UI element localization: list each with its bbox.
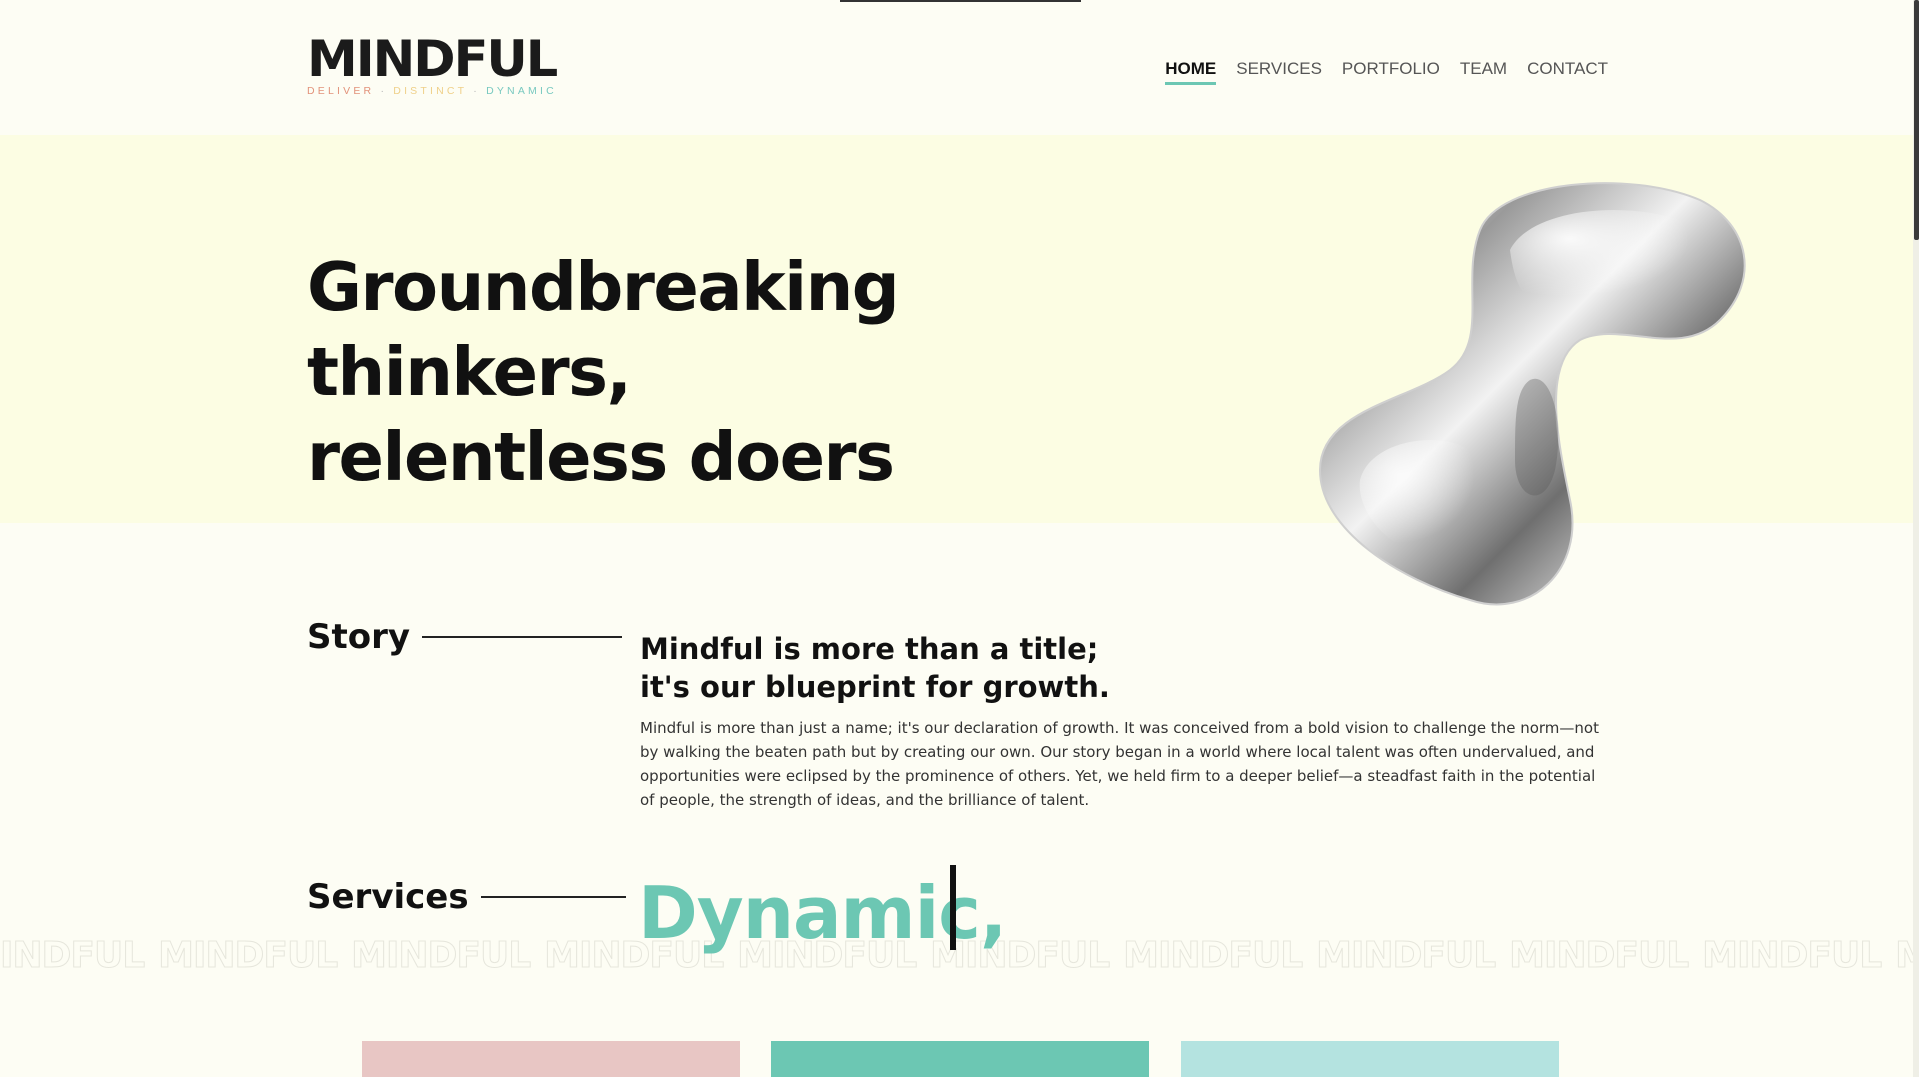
chrome-blob-image xyxy=(1318,182,1746,606)
nav-team[interactable]: TEAM xyxy=(1460,59,1507,85)
marquee-word: MINDFUL xyxy=(1316,935,1497,975)
hero-title-line-2: relentless doers xyxy=(307,418,895,496)
page-scrollbar[interactable] xyxy=(1913,0,1919,1077)
nav-services[interactable]: SERVICES xyxy=(1236,59,1322,85)
services-section-label: Services xyxy=(307,877,626,917)
story-label-rule xyxy=(422,636,623,638)
scrollbar-thumb[interactable] xyxy=(1914,0,1919,240)
story-section-label: Story xyxy=(307,617,623,657)
marquee-word: MINDFUL xyxy=(1702,935,1883,975)
logo[interactable]: MINDFUL DELIVER · DISTINCT · DYNAMIC xyxy=(307,34,558,97)
story-heading: Mindful is more than a title; it's our b… xyxy=(640,630,1340,706)
nav-home[interactable]: HOME xyxy=(1165,59,1217,85)
nav-contact[interactable]: CONTACT xyxy=(1527,59,1608,85)
main-nav: HOME SERVICES PORTFOLIO TEAM CONTACT xyxy=(1165,59,1608,85)
marquee-word: INDFUL xyxy=(0,935,146,975)
marquee-word: MINDFUL xyxy=(1509,935,1690,975)
service-card-2[interactable] xyxy=(771,1041,1149,1077)
top-progress-line xyxy=(840,0,1081,2)
service-card-1[interactable] xyxy=(362,1041,740,1077)
story-body: Mindful is more than just a name; it's o… xyxy=(640,719,1599,809)
hero-title: Groundbreaking thinkers, relentless doer… xyxy=(307,245,1207,500)
services-label-text: Services xyxy=(307,877,469,917)
marquee-word: MINDFUL xyxy=(1123,935,1304,975)
nav-portfolio[interactable]: PORTFOLIO xyxy=(1342,59,1440,85)
marquee-word: MINDFUL xyxy=(158,935,339,975)
story-label-text: Story xyxy=(307,617,411,657)
logo-wordmark: MINDFUL xyxy=(307,30,558,88)
hero-title-line-1: Groundbreaking thinkers, xyxy=(307,248,900,411)
service-card-3[interactable] xyxy=(1181,1041,1559,1077)
typing-caret xyxy=(950,865,956,950)
marquee-word: MINDFUL xyxy=(351,935,532,975)
story-heading-line-1: Mindful is more than a title; xyxy=(640,632,1099,666)
services-label-rule xyxy=(480,896,626,898)
story-heading-line-2: it's our blueprint for growth. xyxy=(640,670,1110,704)
